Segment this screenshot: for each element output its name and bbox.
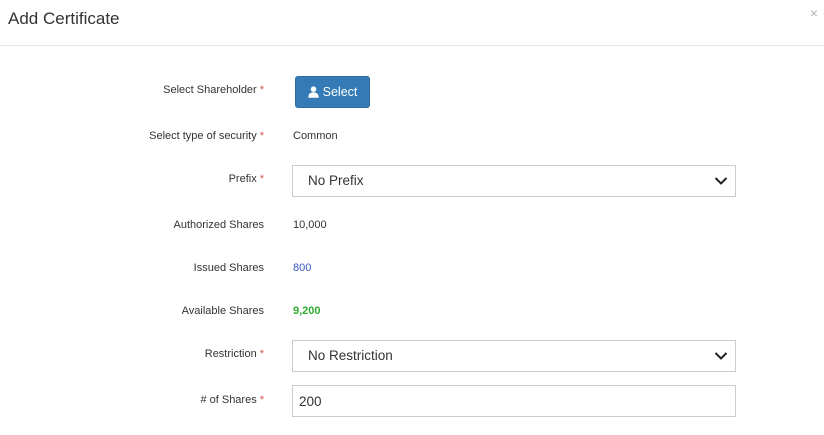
required-marker: *	[259, 84, 264, 96]
prefix-label: Prefix *	[228, 173, 264, 185]
issued-shares-value: 800	[293, 262, 312, 274]
select-button-label: Select	[322, 85, 358, 99]
security-type-value: Common	[293, 130, 338, 142]
available-shares-value: 9,200	[293, 305, 321, 317]
issued-shares-label: Issued Shares	[193, 262, 264, 274]
required-marker: *	[259, 348, 264, 360]
restriction-select[interactable]: No Restriction	[292, 340, 736, 372]
restriction-label: Restriction *	[204, 348, 264, 360]
chevron-down-icon	[714, 352, 728, 360]
security-type-label: Select type of security *	[149, 130, 264, 142]
required-marker: *	[259, 173, 264, 185]
available-shares-label: Available Shares	[181, 305, 264, 317]
authorized-shares-label: Authorized Shares	[173, 219, 265, 231]
user-icon	[307, 86, 319, 98]
num-shares-label: # of Shares *	[200, 394, 264, 406]
modal-title: Add Certificate	[8, 9, 120, 28]
required-marker: *	[259, 394, 264, 406]
restriction-selected-value: No Restriction	[308, 348, 393, 363]
shareholder-label: Select Shareholder *	[163, 84, 264, 96]
chevron-down-icon	[714, 177, 728, 185]
required-marker: *	[259, 130, 264, 142]
prefix-selected-value: No Prefix	[308, 173, 364, 188]
num-shares-input[interactable]	[292, 385, 736, 417]
prefix-select[interactable]: No Prefix	[292, 165, 736, 197]
authorized-shares-value: 10,000	[293, 219, 327, 231]
select-shareholder-button[interactable]: Select	[295, 76, 370, 108]
modal-header: Add Certificate ×	[0, 0, 824, 46]
close-icon[interactable]: ×	[810, 6, 818, 20]
